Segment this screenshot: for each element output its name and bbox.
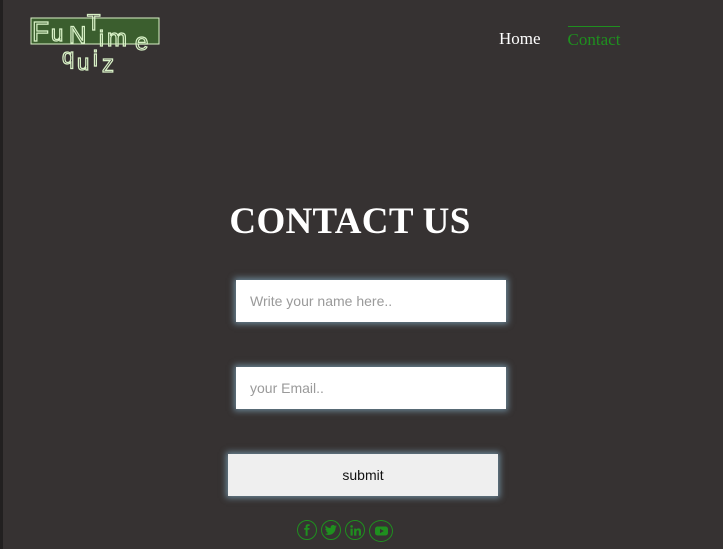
twitter-icon (325, 525, 337, 535)
logo-graphic: F u N T i m e q u i z (30, 9, 160, 76)
logo-letter-e: e (135, 29, 148, 56)
youtube-link[interactable] (369, 520, 393, 542)
linkedin-link[interactable] (345, 520, 365, 540)
nav-contact-link[interactable]: Contact (567, 26, 621, 51)
logo-letter-i2: i (93, 46, 98, 71)
logo-letter-i: i (99, 26, 104, 51)
email-input[interactable] (236, 367, 506, 409)
twitter-link[interactable] (321, 520, 341, 540)
logo-letter-q: q (62, 44, 74, 69)
logo-letter-f: F (32, 16, 49, 47)
name-input[interactable] (236, 280, 506, 322)
youtube-icon (374, 526, 388, 536)
logo[interactable]: F u N T i m e q u i z (29, 8, 164, 76)
main-nav: Home Contact (490, 26, 621, 52)
submit-button[interactable]: submit (228, 454, 498, 496)
social-links (297, 520, 393, 542)
left-edge-border (0, 0, 3, 549)
logo-letter-m: m (107, 25, 127, 52)
page-title: CONTACT US (229, 201, 471, 242)
facebook-link[interactable] (297, 520, 317, 540)
logo-letter-u: u (51, 21, 63, 46)
facebook-icon (304, 524, 310, 536)
nav-home-link[interactable]: Home (499, 26, 541, 50)
linkedin-icon (349, 524, 361, 536)
logo-letter-z: z (102, 51, 114, 76)
logo-letter-u2: u (77, 50, 89, 75)
